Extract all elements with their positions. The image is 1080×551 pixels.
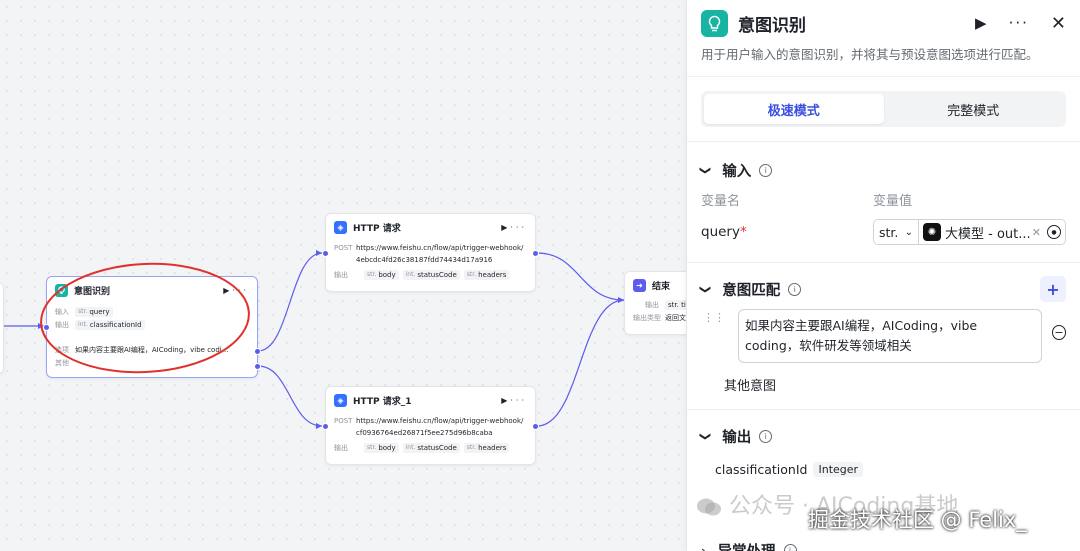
chevron-down-icon[interactable]: ❯: [699, 431, 712, 440]
info-icon[interactable]: i: [783, 543, 797, 551]
other-intent: 其他意图: [724, 379, 777, 394]
output-section-header[interactable]: ❯ 输出 i: [687, 416, 1080, 456]
panel-header: 意图识别 ▶ ··· ✕: [687, 0, 1080, 46]
variable-value-select[interactable]: ✺ 大模型 - out... ✕ ●: [919, 219, 1066, 245]
output-var-row: classificationId Integer: [687, 456, 1080, 477]
http1-outputs: 输出 str. body int. statusCode str. headers: [326, 268, 535, 281]
http-node-2[interactable]: ◈ HTTP 请求_1 ▶ ··· POST https://www.feish…: [322, 386, 539, 465]
start-node-partial[interactable]: [0, 282, 4, 374]
input-port[interactable]: [322, 250, 329, 257]
close-icon[interactable]: ✕: [1051, 13, 1066, 34]
end-icon: ➜: [633, 278, 646, 292]
panel-title: 意图识别: [738, 15, 806, 36]
info-icon[interactable]: i: [759, 429, 773, 443]
play-icon[interactable]: ▶: [501, 223, 510, 232]
workflow-canvas[interactable]: 意图识别 ▶ ··· 输入 str. query 输出 int. classific…: [0, 0, 690, 551]
http2-outputs: 输出 str. body int. statusCode str. headers: [326, 441, 535, 454]
output-tag: int. statusCode: [402, 442, 460, 453]
more-icon[interactable]: ···: [510, 223, 527, 232]
chevron-down-icon[interactable]: ❯: [699, 165, 712, 174]
intent-section-header[interactable]: ❯ 意图匹配 i +: [687, 269, 1080, 309]
annotation-circle: [40, 262, 250, 374]
exception-section-header[interactable]: › 异常处理 i: [687, 530, 811, 551]
input-section-header[interactable]: ❯ 输入 i: [687, 150, 1080, 190]
info-icon[interactable]: i: [788, 282, 802, 296]
edge-http1-end: [536, 252, 625, 301]
type-select[interactable]: str. ⌄: [873, 219, 919, 245]
play-icon[interactable]: ▶: [501, 396, 510, 405]
edge-intent-http2: [257, 365, 323, 427]
lightbulb-icon: [701, 9, 728, 37]
edge-intent-http1: [257, 252, 323, 352]
clear-icon[interactable]: ✕: [1032, 226, 1041, 239]
output-tag: str. headers: [463, 269, 510, 280]
target-icon[interactable]: ●: [1047, 225, 1061, 239]
minus-circle-icon[interactable]: −: [1051, 325, 1066, 340]
more-icon[interactable]: ···: [1009, 14, 1029, 32]
mode-full[interactable]: 完整模式: [884, 94, 1064, 124]
input-port[interactable]: [322, 423, 329, 430]
http-icon: ◈: [334, 393, 347, 407]
more-icon[interactable]: ···: [510, 396, 527, 405]
intent-textarea[interactable]: 如果内容主要跟AI编程，AICoding，vibe coding，软件研发等领域…: [738, 309, 1042, 363]
output-tag: str. body: [364, 442, 399, 453]
panel-description: 用于用户输入的意图识别，并将其与预设意图选项进行匹配。: [701, 47, 1039, 62]
output-port[interactable]: [532, 250, 539, 257]
chevron-down-icon[interactable]: ❯: [699, 284, 712, 293]
http-node-1[interactable]: ◈ HTTP 请求 ▶ ··· POST https://www.feishu.…: [322, 213, 539, 292]
end-node[interactable]: ➜ 结束 输出 str. titl 输出类型 返回文: [624, 271, 690, 335]
http1-url: POST https://www.feishu.cn/flow/api/trig…: [334, 244, 524, 264]
output-tag: int. statusCode: [402, 269, 460, 280]
credit-text: 掘金技术社区 @ Felix_: [808, 508, 1027, 532]
info-icon[interactable]: i: [759, 163, 773, 177]
play-icon[interactable]: ▶: [975, 14, 987, 32]
mode-switch[interactable]: 极速模式 完整模式: [701, 91, 1066, 127]
llm-icon: ✺: [923, 223, 941, 241]
edge-http2-end: [536, 299, 625, 427]
input-var-row: query* str. ⌄ ✺ 大模型 - out... ✕ ●: [687, 210, 1080, 254]
mode-fast[interactable]: 极速模式: [704, 94, 884, 124]
plus-icon[interactable]: +: [1040, 276, 1066, 302]
drag-handle-icon[interactable]: ⋮⋮: [703, 312, 725, 323]
chevron-down-icon: ⌄: [904, 226, 913, 238]
http-icon: ◈: [334, 220, 347, 234]
intent-item: ⋮⋮ 如果内容主要跟AI编程，AICoding，vibe coding，软件研发…: [687, 309, 1080, 363]
output-tag: str. body: [364, 269, 399, 280]
output-port[interactable]: [532, 423, 539, 430]
http2-url: POST https://www.feishu.cn/flow/api/trig…: [334, 417, 524, 437]
wechat-icon: [696, 497, 722, 517]
output-tag: str. headers: [463, 442, 510, 453]
property-panel: 意图识别 ▶ ··· ✕ 用于用户输入的意图识别，并将其与预设意图选项进行匹配。…: [686, 0, 1080, 551]
chevron-right-icon[interactable]: ›: [701, 544, 706, 551]
